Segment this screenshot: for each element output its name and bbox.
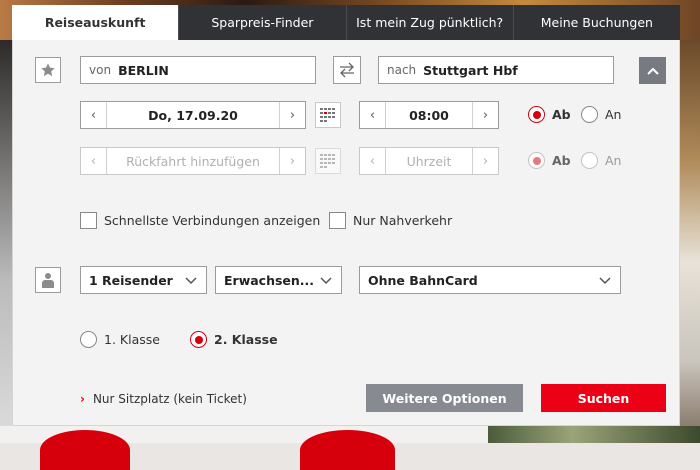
chevron-down-icon xyxy=(599,277,611,285)
swap-stations-button[interactable] xyxy=(333,56,361,84)
person-icon xyxy=(42,273,54,288)
return-radio-an[interactable]: An xyxy=(581,152,621,169)
regional-only-checkbox[interactable]: Nur Nahverkehr xyxy=(329,212,452,229)
chevron-right-icon: › xyxy=(80,392,85,406)
chevron-right-icon[interactable]: › xyxy=(279,148,305,174)
calendar-button[interactable] xyxy=(315,102,341,128)
chevron-down-icon xyxy=(185,277,197,285)
from-prefix: von xyxy=(89,63,112,77)
background-bottom-photo xyxy=(488,426,700,443)
tab-zug-puenktlich[interactable]: Ist mein Zug pünktlich? xyxy=(345,5,513,40)
background-left xyxy=(0,40,12,443)
star-icon xyxy=(41,63,55,77)
search-button[interactable]: Suchen xyxy=(541,384,666,412)
bahncard-select[interactable]: Ohne BahnCard xyxy=(359,266,621,294)
to-prefix: nach xyxy=(387,63,417,77)
class-radio-second[interactable]: 2. Klasse xyxy=(190,331,278,348)
radio-circle xyxy=(190,331,207,348)
chevron-left-icon[interactable]: ‹ xyxy=(81,148,107,174)
return-calendar-button[interactable] xyxy=(315,148,341,174)
outbound-radio-an[interactable]: An xyxy=(581,106,621,123)
outbound-radio-ab[interactable]: Ab xyxy=(528,106,571,123)
seat-only-link[interactable]: › Nur Sitzplatz (kein Ticket) xyxy=(80,392,247,406)
checkbox-box xyxy=(329,212,346,229)
tab-reiseauskunft[interactable]: Reiseauskunft xyxy=(12,5,179,41)
outbound-time-stepper[interactable]: ‹ 08:00 › xyxy=(359,101,499,129)
swap-arrows-icon xyxy=(340,62,354,78)
traveler-icon-box xyxy=(35,267,61,293)
fastest-connections-checkbox[interactable]: Schnellste Verbindungen anzeigen xyxy=(80,212,320,229)
chevron-up-icon xyxy=(646,67,659,75)
chevron-left-icon[interactable]: ‹ xyxy=(360,102,386,128)
return-date-placeholder: Rückfahrt hinzufügen xyxy=(126,153,260,169)
more-options-button[interactable]: Weitere Optionen xyxy=(366,384,523,412)
chevron-right-icon[interactable]: › xyxy=(279,102,305,128)
chevron-right-icon[interactable]: › xyxy=(472,148,498,174)
checkbox-box xyxy=(80,212,97,229)
background-right xyxy=(680,40,700,443)
return-time-stepper[interactable]: ‹ Uhrzeit › xyxy=(359,147,499,175)
red-circle-decoration xyxy=(300,430,395,470)
traveler-type-select[interactable]: Erwachsen... xyxy=(215,266,342,294)
traveler-count-select[interactable]: 1 Reisender xyxy=(80,266,207,294)
chevron-left-icon[interactable]: ‹ xyxy=(81,102,107,128)
tab-meine-buchungen[interactable]: Meine Buchungen xyxy=(512,5,680,40)
outbound-date: Do, 17.09.20 xyxy=(148,107,238,123)
calendar-icon xyxy=(320,108,335,122)
calendar-icon xyxy=(320,154,335,168)
class-radio-first[interactable]: 1. Klasse xyxy=(80,331,160,348)
chevron-right-icon[interactable]: › xyxy=(472,102,498,128)
radio-circle xyxy=(528,152,545,169)
radio-circle xyxy=(80,331,97,348)
chevron-left-icon[interactable]: ‹ xyxy=(360,148,386,174)
radio-circle xyxy=(581,152,598,169)
to-field[interactable]: nach Stuttgart Hbf xyxy=(378,56,614,84)
radio-circle xyxy=(528,106,545,123)
outbound-time: 08:00 xyxy=(409,107,449,123)
chevron-down-icon xyxy=(320,277,332,285)
radio-circle xyxy=(581,106,598,123)
from-field[interactable]: von BERLIN xyxy=(80,56,316,84)
red-circle-decoration xyxy=(40,430,130,470)
tab-sparpreis-finder[interactable]: Sparpreis-Finder xyxy=(178,5,346,40)
collapse-button[interactable] xyxy=(639,57,666,84)
outbound-date-stepper[interactable]: ‹ Do, 17.09.20 › xyxy=(80,101,306,129)
return-radio-ab[interactable]: Ab xyxy=(528,152,571,169)
tab-bar: Reiseauskunft Sparpreis-Finder Ist mein … xyxy=(12,5,680,41)
favorite-star-button[interactable] xyxy=(35,57,61,83)
return-date-stepper[interactable]: ‹ Rückfahrt hinzufügen › xyxy=(80,147,306,175)
return-time-placeholder: Uhrzeit xyxy=(406,153,452,169)
to-value: Stuttgart Hbf xyxy=(423,62,518,78)
from-value: BERLIN xyxy=(118,62,169,78)
search-panel: von BERLIN nach Stuttgart Hbf ‹ Do, 17.0… xyxy=(12,40,680,426)
